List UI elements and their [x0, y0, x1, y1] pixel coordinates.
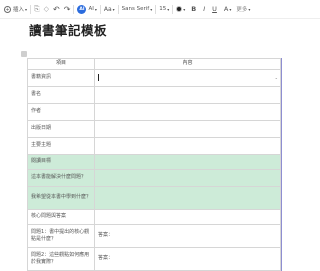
table-drag-handle[interactable] — [21, 51, 27, 57]
table-row: 作者 — [27, 103, 281, 121]
cell-item[interactable]: 閱讀目標 — [27, 154, 95, 170]
cell-item[interactable]: 我希望從本書中學到什麼？ — [27, 186, 95, 210]
toolbar-divider — [117, 4, 119, 14]
cell-content[interactable] — [94, 103, 281, 121]
font-size-select[interactable]: 15 ▾ — [159, 2, 169, 16]
cell-content[interactable] — [94, 209, 281, 225]
text-color-picker[interactable]: ▾ — [176, 2, 185, 16]
bold-button[interactable]: B — [191, 2, 196, 16]
more-button[interactable]: 更多 ▾ — [236, 2, 250, 16]
cell-content[interactable] — [94, 186, 281, 210]
chevron-down-icon: ▾ — [94, 6, 97, 12]
redo-button[interactable]: ↷ — [64, 2, 71, 16]
chevron-down-icon: ▾ — [150, 6, 153, 12]
ai-label: AI — [88, 6, 94, 12]
table-row: 核心問題與答案 — [27, 209, 281, 225]
underline-icon: U — [212, 5, 217, 13]
toolbar-divider — [155, 4, 157, 14]
cell-content[interactable] — [94, 154, 281, 170]
color-swatch-icon — [176, 6, 183, 12]
table-row: 問題1：書中提出的核心觀點是什麼？ 答案： — [27, 224, 281, 248]
table-row-highlighted: 閱讀目標 — [27, 154, 281, 170]
cell-content[interactable] — [94, 137, 281, 155]
toolbar-divider — [73, 4, 75, 14]
chevron-down-icon: ▾ — [183, 6, 186, 12]
cell-content[interactable] — [94, 120, 281, 138]
toolbar-divider — [172, 4, 174, 14]
redo-icon: ↷ — [63, 4, 71, 14]
cell-item[interactable]: 書籍資訊 — [27, 69, 95, 87]
editor-toolbar: + 插入 ▾ ⎘ ◇ ↶ ↷ AI AI ▾ Aa ▾ Sans Serif ▾… — [0, 0, 320, 19]
column-header-content[interactable]: 內容 — [94, 58, 281, 70]
cell-item[interactable]: 書名 — [27, 86, 95, 104]
table-row: 書籍資訊 ⌄ — [27, 69, 281, 87]
insert-label: 插入 — [13, 7, 25, 13]
highlight-button[interactable]: A ▾ — [224, 2, 231, 16]
ai-icon: AI — [77, 4, 87, 14]
text-style-icon: Aa — [103, 5, 112, 13]
cell-content[interactable] — [94, 86, 281, 104]
chevron-down-icon[interactable]: ⌄ — [275, 74, 278, 82]
cell-item[interactable]: 問題1：書中提出的核心觀點是什麼？ — [27, 224, 95, 248]
cell-item[interactable]: 主要主題 — [27, 137, 95, 155]
font-size-value: 15 — [159, 6, 167, 12]
table-row: 出版日期 — [27, 120, 281, 138]
table-row: 主要主題 — [27, 137, 281, 155]
table-row-highlighted: 我希望從本書中學到什麼？ — [27, 186, 281, 210]
format-painter-button[interactable]: ⎘ — [34, 2, 40, 16]
cell-content-active[interactable]: ⌄ — [94, 69, 281, 87]
font-family-value: Sans Serif — [121, 6, 150, 12]
plus-icon: + — [4, 5, 11, 13]
table-row-highlighted: 這本書能解決什麼問題？ — [27, 169, 281, 187]
ai-button[interactable]: AI AI ▾ — [77, 2, 97, 16]
cell-item[interactable]: 出版日期 — [27, 120, 95, 138]
chevron-down-icon: ▾ — [167, 6, 170, 12]
toolbar-divider — [99, 4, 101, 14]
undo-button[interactable]: ↶ — [53, 2, 60, 16]
clear-format-button[interactable]: ◇ — [44, 2, 49, 16]
format-painter-icon: ⎘ — [34, 4, 40, 13]
page-title[interactable]: 讀書筆記模板 — [29, 20, 107, 39]
toolbar-divider — [30, 4, 32, 14]
column-header-item[interactable]: 項目 — [27, 58, 95, 70]
insert-menu[interactable]: + 插入 ▾ — [4, 2, 27, 16]
cell-item[interactable]: 作者 — [27, 103, 95, 121]
chevron-down-icon: ▾ — [112, 6, 115, 12]
italic-button[interactable]: I — [203, 2, 205, 16]
italic-icon: I — [203, 5, 206, 13]
text-cursor — [98, 73, 99, 81]
more-label: 更多 — [236, 7, 248, 13]
chevron-down-icon: ▾ — [229, 6, 232, 12]
reading-notes-table: 項目 內容 書籍資訊 ⌄ 書名 作者 出版日期 主要主題 閱讀目標 這本書能解決… — [27, 58, 281, 271]
eraser-icon: ◇ — [43, 5, 50, 13]
notes-table: 項目 內容 書籍資訊 ⌄ 書名 作者 出版日期 主要主題 閱讀目標 這本書能解決… — [27, 58, 282, 271]
font-family-select[interactable]: Sans Serif ▾ — [122, 2, 153, 16]
text-color-icon: A — [223, 5, 229, 13]
cell-content[interactable] — [94, 169, 281, 187]
chevron-down-icon: ▾ — [248, 6, 251, 12]
undo-icon: ↶ — [53, 4, 60, 14]
cell-content[interactable]: 答案： — [94, 224, 281, 248]
table-row: 書名 — [27, 86, 281, 104]
chevron-down-icon: ▾ — [25, 6, 28, 12]
cell-item[interactable]: 問題2：這些觀點如何應用於我實際？ — [27, 247, 95, 271]
cell-item[interactable]: 核心問題與答案 — [27, 209, 95, 225]
bold-icon: B — [191, 5, 197, 13]
cell-item[interactable]: 這本書能解決什麼問題？ — [27, 169, 95, 187]
underline-button[interactable]: U — [212, 2, 217, 16]
text-style-button[interactable]: Aa ▾ — [104, 2, 115, 16]
cell-content[interactable]: 答案： — [94, 247, 281, 271]
table-row: 問題2：這些觀點如何應用於我實際？ 答案： — [27, 247, 281, 271]
